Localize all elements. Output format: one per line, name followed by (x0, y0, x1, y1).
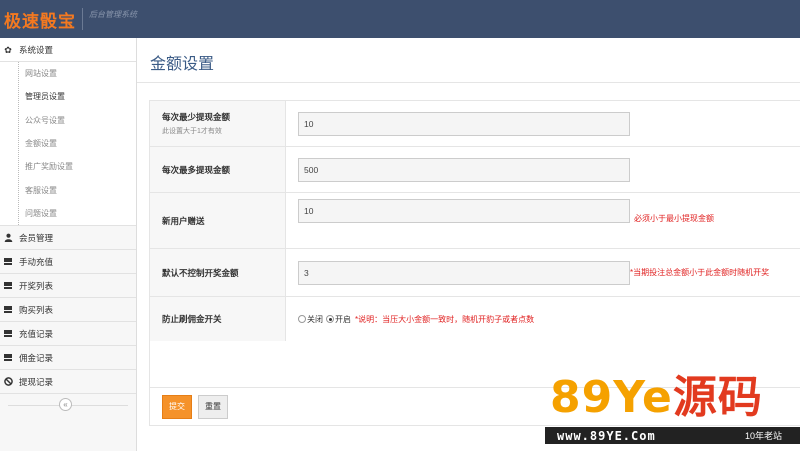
watermark-logo-ye: Ye (613, 372, 673, 423)
reset-button[interactable]: 重置 (198, 394, 228, 419)
list-icon (3, 353, 13, 363)
sidebar-group-label: 开奖列表 (19, 280, 54, 291)
sidebar-item-admin-settings[interactable]: 管理员设置 (0, 85, 136, 108)
form-row-max-withdraw: 每次最多提现金额 (150, 147, 800, 193)
sidebar-group-withdraw-records[interactable]: 提现记录 (0, 370, 136, 395)
anti-commission-radio-group: 关闭 开启 *说明：当压大小金额一致时，随机开豹子或者点数 (298, 314, 534, 325)
sidebar-item-question-settings[interactable]: 问题设置 (0, 202, 136, 225)
field-label: 每次最少提现金额 (162, 112, 231, 122)
list-icon (3, 257, 13, 267)
form-label-cell: 每次最多提现金额 (150, 147, 286, 192)
sidebar-group-label: 充值记录 (19, 328, 54, 339)
field-note: *当期投注总金额小于此金额时随机开奖 (630, 268, 770, 277)
sidebar-collapse-row: « (0, 394, 136, 416)
form-label-cell: 新用户赠送 (150, 193, 286, 248)
field-note: *说明：当压大小金额一致时，随机开豹子或者点数 (355, 314, 535, 324)
sidebar-group-manual-recharge[interactable]: 手动充值 (0, 250, 136, 275)
list-icon (3, 305, 13, 315)
radio-on[interactable] (326, 315, 334, 323)
field-label: 每次最多提现金额 (162, 164, 231, 175)
sidebar-submenu: 网站设置 管理员设置 公众号设置 金额设置 推广奖励设置 客服设置 问题设置 (0, 62, 136, 227)
radio-off[interactable] (298, 315, 306, 323)
field-label: 新用户赠送 (162, 215, 205, 226)
page-title: 金额设置 (150, 56, 215, 73)
brand-divider (82, 8, 83, 30)
watermark-logo-cn: 源码 (672, 372, 763, 423)
watermark-tag: 10年老站 (744, 431, 782, 441)
form-label-cell: 每次最少提现金额 此设置大于1才有效 (150, 101, 286, 146)
form-row-uncontrolled-draw-amount: 默认不控制开奖金额 *当期投注总金额小于此金额时随机开奖 (150, 249, 800, 297)
form-field-cell: 关闭 开启 *说明：当压大小金额一致时，随机开豹子或者点数 (286, 297, 800, 341)
watermark-logo: 89Ye源码 (550, 372, 763, 424)
amount-settings-form: 每次最少提现金额 此设置大于1才有效 每次最多提现金额 新用户赠送 必须小于最小… (149, 100, 800, 388)
sidebar-group-label: 系统设置 (19, 44, 54, 55)
min-withdraw-input[interactable] (298, 111, 630, 136)
sidebar-group-system-settings[interactable]: ✿ 系统设置 (0, 38, 136, 62)
sidebar-group-label: 会员管理 (19, 232, 54, 243)
sidebar-item-label: 问题设置 (25, 208, 57, 218)
submit-button[interactable]: 提交 (162, 394, 192, 419)
list-icon (3, 281, 13, 291)
field-hint: 此设置大于1才有效 (162, 128, 222, 135)
title-divider (137, 82, 800, 83)
sidebar-item-label: 网站设置 (25, 69, 57, 79)
sidebar-group-label: 购买列表 (19, 304, 54, 315)
watermark: 89Ye源码 www.89YE.Com 10年老站 (545, 372, 800, 451)
sidebar-item-label: 推广奖励设置 (25, 162, 73, 172)
sidebar-group-label: 提现记录 (19, 376, 54, 387)
sidebar-item-label: 客服设置 (25, 185, 57, 195)
form-row-new-user-bonus: 新用户赠送 必须小于最小提现金额 (150, 193, 800, 249)
form-field-cell: 必须小于最小提现金额 (286, 193, 800, 248)
ban-icon (3, 376, 13, 387)
watermark-bar: www.89YE.Com 10年老站 (545, 427, 800, 444)
sidebar-item-label: 公众号设置 (25, 115, 65, 125)
sidebar-item-label: 金额设置 (25, 139, 57, 149)
form-field-cell (286, 101, 800, 146)
gear-icon: ✿ (4, 44, 12, 55)
form-field-cell: *当期投注总金额小于此金额时随机开奖 (286, 249, 800, 296)
max-withdraw-input[interactable] (298, 157, 630, 182)
watermark-logo-digits: 89 (550, 372, 614, 423)
sidebar-item-amount-settings[interactable]: 金额设置 (0, 132, 136, 155)
watermark-url: www.89YE.Com (557, 428, 656, 443)
sidebar-item-official-account-settings[interactable]: 公众号设置 (0, 109, 136, 132)
sidebar: ✿ 系统设置 网站设置 管理员设置 公众号设置 金额设置 推广奖励设置 客服设置… (0, 38, 137, 451)
form-label-cell: 默认不控制开奖金额 (150, 249, 286, 296)
sidebar-item-site-settings[interactable]: 网站设置 (0, 62, 136, 85)
app-title: 极速骰宝 (4, 11, 76, 31)
sidebar-group-draw-list[interactable]: 开奖列表 (0, 274, 136, 299)
form-field-cell (286, 147, 800, 192)
app-subtitle: 后台管理系统 (89, 9, 137, 19)
sidebar-group-label: 佣金记录 (19, 352, 54, 363)
sidebar-group-commission-records[interactable]: 佣金记录 (0, 346, 136, 371)
radio-on-label: 开启 (335, 314, 351, 324)
list-icon (3, 329, 13, 339)
user-icon (3, 233, 13, 243)
sidebar-item-label: 管理员设置 (25, 92, 65, 102)
field-label: 默认不控制开奖金额 (162, 267, 239, 278)
new-user-bonus-input[interactable] (298, 199, 630, 223)
uncontrolled-draw-amount-input[interactable] (298, 260, 630, 285)
sidebar-group-label: 手动充值 (19, 256, 54, 267)
form-label-cell: 防止刷佣金开关 (150, 297, 286, 341)
sidebar-group-recharge-records[interactable]: 充值记录 (0, 322, 136, 347)
sidebar-item-referral-reward-settings[interactable]: 推广奖励设置 (0, 155, 136, 178)
top-bar: 极速骰宝 后台管理系统 (0, 0, 800, 38)
field-note: 必须小于最小提现金额 (634, 214, 714, 223)
sidebar-group-purchase-list[interactable]: 购买列表 (0, 298, 136, 323)
sidebar-group-members[interactable]: 会员管理 (0, 226, 136, 251)
form-row-min-withdraw: 每次最少提现金额 此设置大于1才有效 (150, 101, 800, 147)
sidebar-item-customer-service-settings[interactable]: 客服设置 (0, 178, 136, 201)
collapse-sidebar-icon[interactable]: « (59, 398, 72, 412)
field-label: 防止刷佣金开关 (162, 314, 222, 324)
brand: 极速骰宝 后台管理系统 (0, 0, 137, 38)
radio-off-label: 关闭 (307, 314, 323, 324)
form-row-anti-commission-switch: 防止刷佣金开关 关闭 开启 *说明：当压大小金额一致时，随机开豹子或者点数 (150, 297, 800, 341)
